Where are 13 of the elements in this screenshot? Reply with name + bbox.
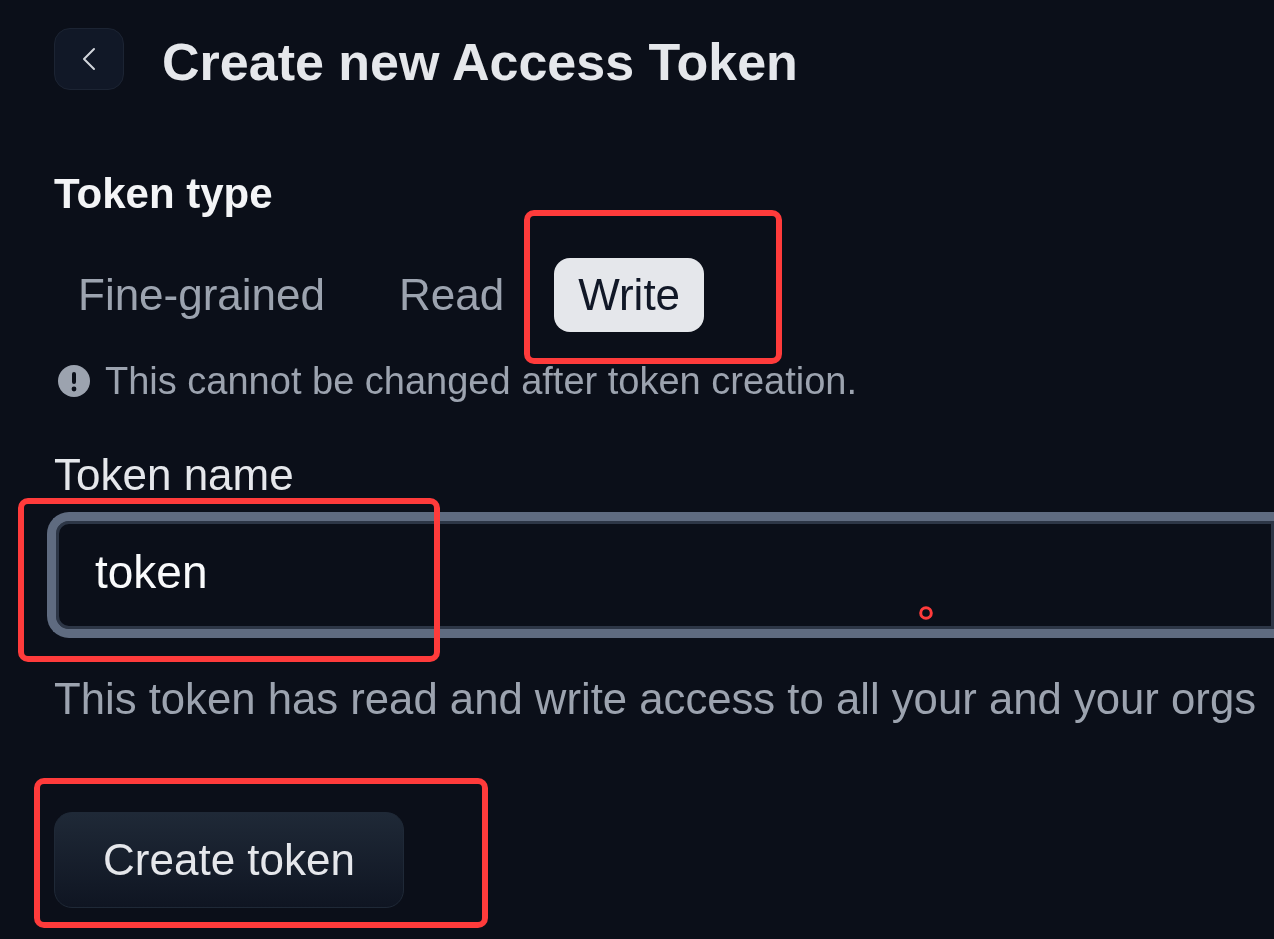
field-label: Token name [54,453,294,497]
section-label: Token type [54,173,273,215]
note-text: This cannot be changed after token creation. [105,362,858,400]
token-type-tab[interactable]: Write [554,258,705,332]
token-type-tab[interactable]: Fine-grained [54,258,350,332]
help-text: This token has read and write access to all your and your orgs [54,675,1257,724]
token-type-tab[interactable]: Read [375,258,529,332]
page-title: Create new Access Token [162,36,798,88]
create-token-button[interactable]: Create token [54,812,404,909]
exclamation-circle-icon [58,365,90,397]
back-button[interactable] [54,28,124,90]
chevron-left-icon [82,47,96,71]
token-name-field[interactable]: token [47,512,1274,638]
